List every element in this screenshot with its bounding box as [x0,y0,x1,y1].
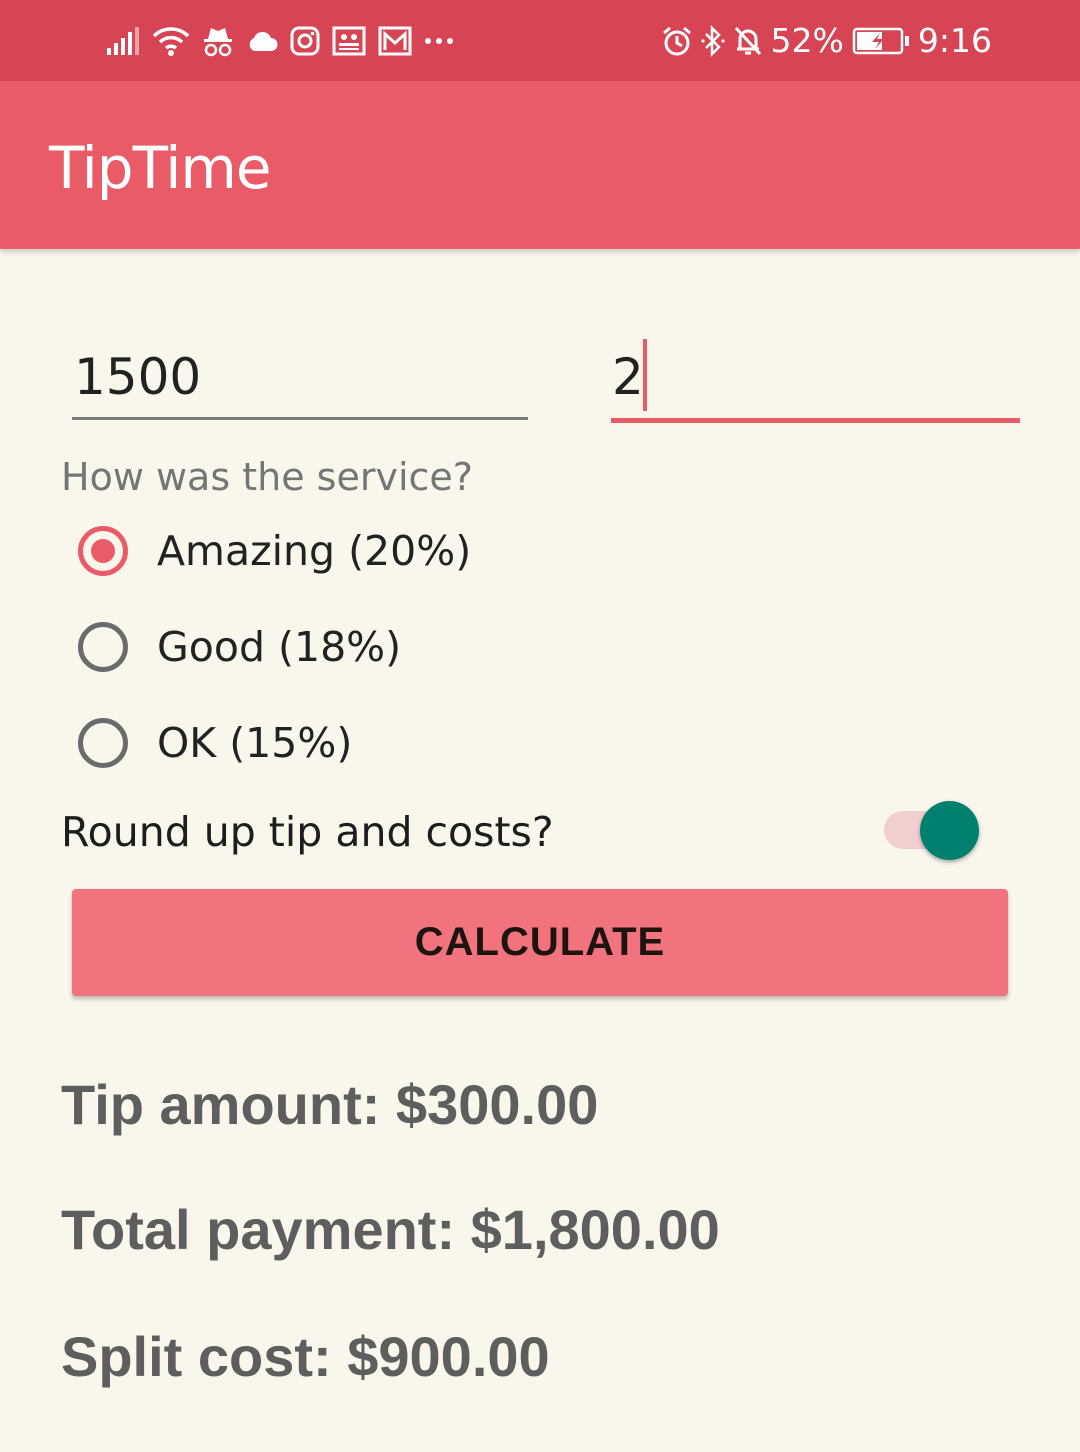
radio-label-amazing: Amazing (20%) [157,527,472,575]
signal-icon [106,26,140,56]
people-input-underline [611,418,1020,423]
more-notifications-icon [424,36,454,46]
battery-percent: 52% [770,21,844,60]
instagram-icon [290,26,320,56]
radio-option-good[interactable]: Good (18%) [78,617,401,677]
text-cursor [643,339,647,411]
cost-input-underline [72,417,528,420]
news-icon [332,26,366,56]
cloud-icon [246,29,278,53]
radio-option-ok[interactable]: OK (15%) [78,713,352,773]
radio-label-ok: OK (15%) [157,719,353,767]
notifications-off-icon [733,25,763,57]
radio-unchecked-icon[interactable] [78,718,128,768]
status-bar: 52% 9:16 [0,0,1080,81]
status-right-icons: 52% 9:16 [661,20,992,62]
incognito-icon [202,25,234,57]
gmail-icon [378,26,412,56]
round-up-switch-thumb[interactable] [920,801,979,860]
radio-label-good: Good (18%) [157,623,402,671]
split-cost-result: Split cost: $900.00 [61,1325,550,1388]
calculate-button[interactable]: CALCULATE [72,889,1008,996]
radio-option-amazing[interactable]: Amazing (20%) [78,521,471,581]
wifi-icon [152,25,190,57]
app-title: TipTime [49,134,272,202]
app-bar: TipTime [0,81,1080,249]
radio-checked-icon[interactable] [78,526,128,576]
service-question: How was the service? [61,455,473,499]
radio-unchecked-icon[interactable] [78,622,128,672]
status-left-icons [106,22,454,60]
total-payment-result: Total payment: $1,800.00 [61,1198,720,1261]
round-up-label: Round up tip and costs? [61,808,554,856]
cost-of-service-input[interactable]: 1500 [74,348,201,406]
battery-charging-icon [852,27,910,55]
clock: 9:16 [917,21,992,60]
bluetooth-icon [700,25,725,57]
tip-amount-result: Tip amount: $300.00 [61,1073,599,1136]
alarm-icon [661,25,693,57]
number-of-people-input[interactable]: 2 [612,348,644,406]
